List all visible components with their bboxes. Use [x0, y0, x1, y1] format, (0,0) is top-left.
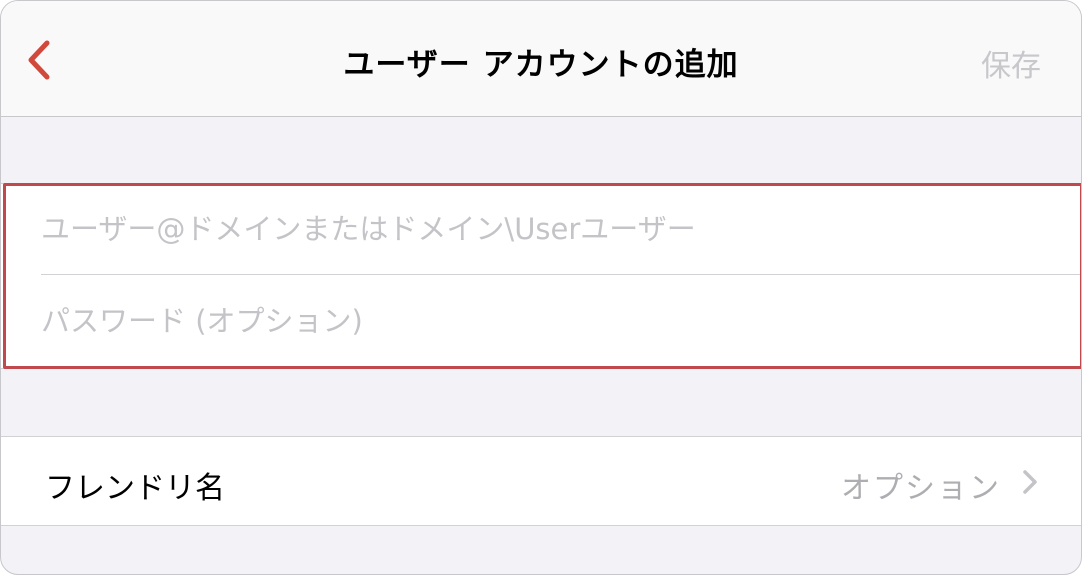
- add-user-account-screen: ユーザー アカウントの追加 保存 フレンドリ名 オプション: [0, 0, 1082, 575]
- page-title: ユーザー アカウントの追加: [343, 47, 739, 83]
- chevron-right-icon: [1023, 470, 1037, 494]
- username-input[interactable]: [41, 184, 1081, 274]
- navigation-bar: ユーザー アカウントの追加 保存: [1, 1, 1081, 117]
- field-divider: [41, 274, 1081, 275]
- credentials-group: [1, 183, 1081, 369]
- password-input[interactable]: [41, 276, 1081, 366]
- save-button[interactable]: 保存: [981, 41, 1041, 85]
- friendly-name-label: フレンドリ名: [45, 471, 225, 506]
- friendly-name-value: オプション: [841, 471, 1001, 506]
- friendly-name-row[interactable]: フレンドリ名 オプション: [1, 436, 1081, 526]
